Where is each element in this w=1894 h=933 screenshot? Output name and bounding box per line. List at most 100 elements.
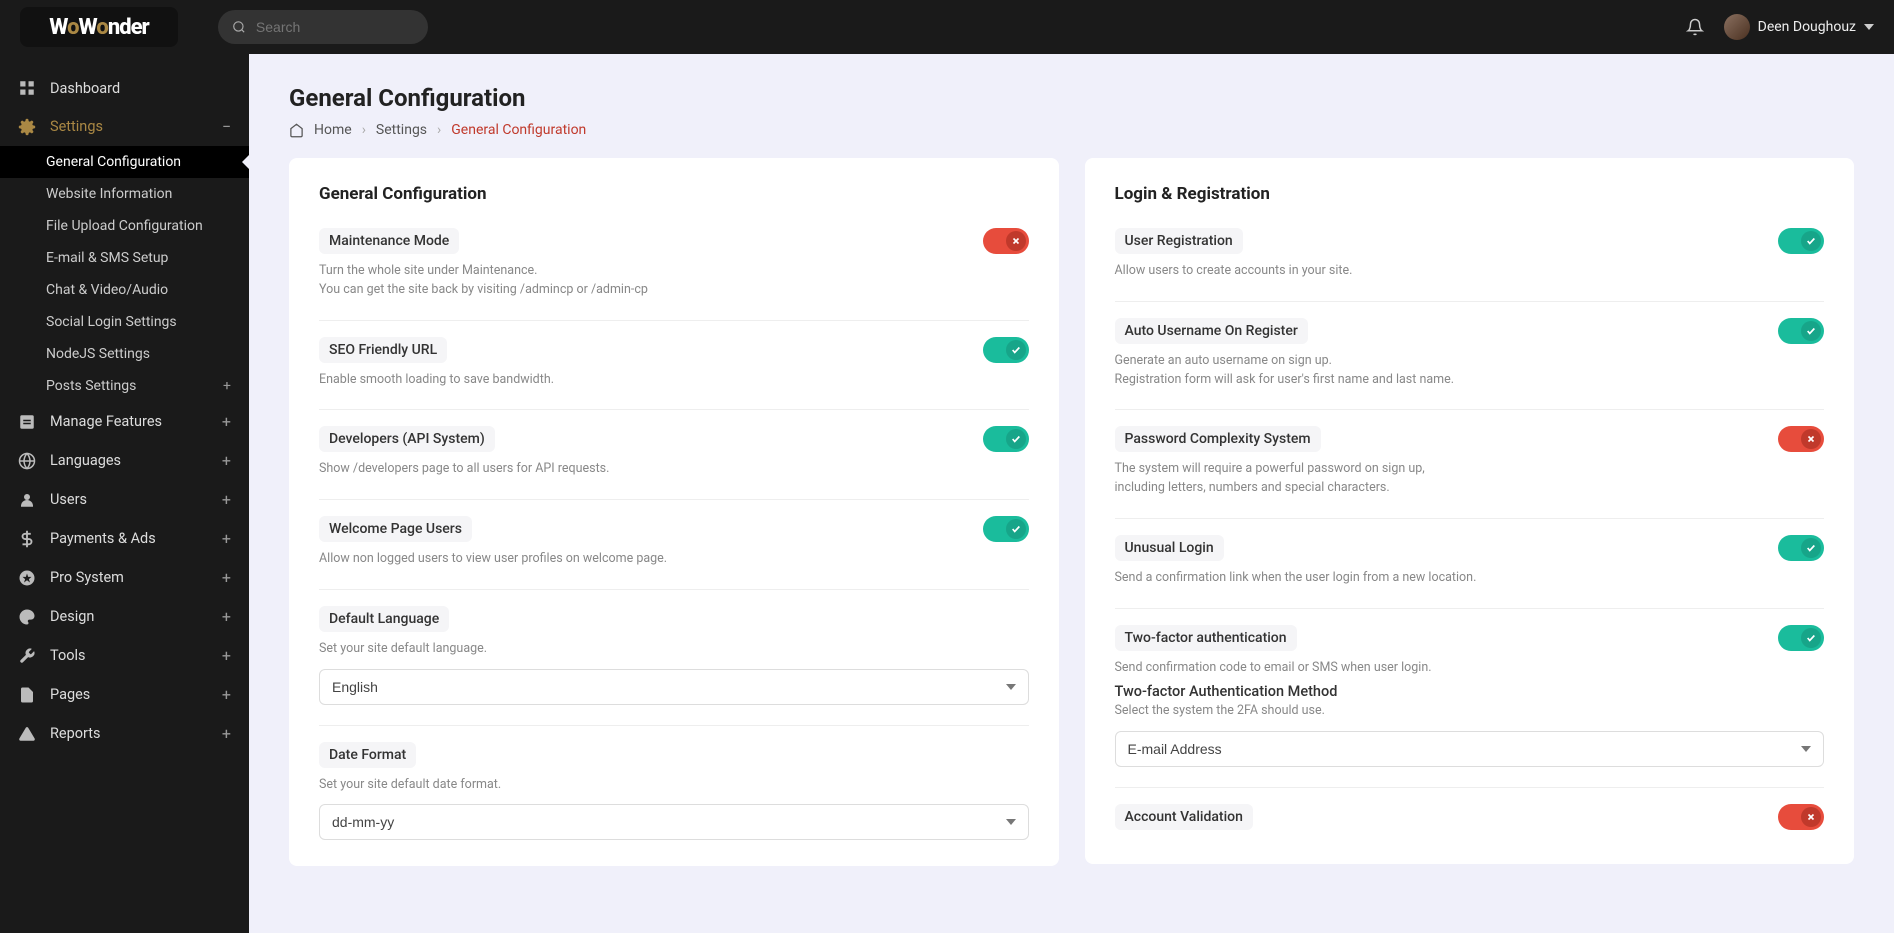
user-name: Deen Doughouz: [1758, 19, 1856, 35]
setting-desc: Allow users to create accounts in your s…: [1115, 262, 1825, 281]
chevron-right-icon: ›: [362, 122, 366, 138]
page-header: General Configuration Home › Settings › …: [249, 54, 1894, 158]
setting-label: Unusual Login: [1115, 535, 1224, 561]
sidebar-sub-email-sms[interactable]: E-mail & SMS Setup: [0, 242, 249, 274]
sidebar-item-label: Languages: [50, 452, 121, 469]
sidebar-sub-posts-settings[interactable]: Posts Settings+: [0, 370, 249, 402]
setting-label: Auto Username On Register: [1115, 318, 1308, 344]
breadcrumb-settings[interactable]: Settings: [376, 122, 427, 138]
warning-icon: [18, 725, 36, 743]
settings-submenu: General Configuration Website Informatio…: [0, 146, 249, 402]
toggle-user-registration[interactable]: [1778, 228, 1824, 254]
plus-icon: +: [222, 646, 231, 665]
setting-desc: Allow non logged users to view user prof…: [319, 550, 1029, 569]
card-title: Login & Registration: [1115, 184, 1825, 204]
sidebar-sub-social-login[interactable]: Social Login Settings: [0, 306, 249, 338]
user-icon: [18, 491, 36, 509]
avatar: [1724, 14, 1750, 40]
sidebar-item-reports[interactable]: Reports +: [0, 714, 249, 753]
plus-icon: +: [223, 378, 231, 394]
two-factor-method-label: Two-factor Authentication Method: [1115, 683, 1825, 700]
sidebar-item-payments[interactable]: Payments & Ads +: [0, 519, 249, 558]
logo[interactable]: WoWonder: [20, 7, 178, 47]
sidebar-item-label: Design: [50, 608, 94, 625]
topbar: WoWonder Deen Doughouz: [0, 0, 1894, 54]
sidebar-item-pro-system[interactable]: Pro System +: [0, 558, 249, 597]
plus-icon: +: [222, 607, 231, 626]
setting-welcome-page-users: Welcome Page Users Allow non logged user…: [319, 516, 1029, 590]
toggle-welcome[interactable]: [983, 516, 1029, 542]
setting-seo-friendly-url: SEO Friendly URL Enable smooth loading t…: [319, 337, 1029, 411]
dashboard-icon: [18, 79, 36, 97]
sidebar: Dashboard Settings − General Configurati…: [0, 54, 249, 933]
notifications-icon[interactable]: [1686, 18, 1704, 36]
setting-label: SEO Friendly URL: [319, 337, 447, 363]
breadcrumb-current: General Configuration: [451, 122, 586, 138]
general-config-card: General Configuration Maintenance Mode T…: [289, 158, 1059, 866]
chevron-right-icon: ›: [437, 122, 441, 138]
setting-label: User Registration: [1115, 228, 1243, 254]
sidebar-item-tools[interactable]: Tools +: [0, 636, 249, 675]
setting-desc: Send confirmation code to email or SMS w…: [1115, 659, 1825, 678]
setting-desc: Enable smooth loading to save bandwidth.: [319, 371, 1029, 390]
toggle-seo[interactable]: [983, 337, 1029, 363]
setting-maintenance-mode: Maintenance Mode Turn the whole site und…: [319, 228, 1029, 321]
search-box[interactable]: [218, 10, 428, 44]
setting-label: Welcome Page Users: [319, 516, 472, 542]
sidebar-item-languages[interactable]: Languages +: [0, 441, 249, 480]
plus-icon: +: [222, 490, 231, 509]
setting-desc: Set your site default date format.: [319, 776, 1029, 795]
wrench-icon: [18, 647, 36, 665]
breadcrumb-home[interactable]: Home: [314, 122, 352, 138]
sidebar-sub-website-info[interactable]: Website Information: [0, 178, 249, 210]
plus-icon: +: [222, 412, 231, 431]
page-icon: [18, 686, 36, 704]
toggle-password-complexity[interactable]: [1778, 426, 1824, 452]
sidebar-item-dashboard[interactable]: Dashboard: [0, 69, 249, 107]
dollar-icon: [18, 530, 36, 548]
sidebar-item-pages[interactable]: Pages +: [0, 675, 249, 714]
two-factor-method-desc: Select the system the 2FA should use.: [1115, 702, 1825, 721]
plus-icon: +: [222, 685, 231, 704]
toggle-two-factor[interactable]: [1778, 625, 1824, 651]
setting-password-complexity: Password Complexity System The system wi…: [1115, 426, 1825, 519]
toggle-auto-username[interactable]: [1778, 318, 1824, 344]
setting-label: Default Language: [319, 606, 449, 632]
setting-desc: Generate an auto username on sign up. Re…: [1115, 352, 1825, 390]
setting-account-validation: Account Validation: [1115, 804, 1825, 830]
setting-two-factor: Two-factor authentication Send confirmat…: [1115, 625, 1825, 789]
sidebar-item-label: Manage Features: [50, 413, 162, 430]
toggle-developers[interactable]: [983, 426, 1029, 452]
page-title: General Configuration: [289, 84, 1854, 112]
sidebar-item-label: Pages: [50, 686, 90, 703]
globe-icon: [18, 452, 36, 470]
sidebar-item-settings[interactable]: Settings −: [0, 107, 249, 146]
select-default-language[interactable]: English: [319, 669, 1029, 705]
sidebar-item-design[interactable]: Design +: [0, 597, 249, 636]
sidebar-item-users[interactable]: Users +: [0, 480, 249, 519]
toggle-unusual-login[interactable]: [1778, 535, 1824, 561]
sidebar-sub-nodejs[interactable]: NodeJS Settings: [0, 338, 249, 370]
collapse-icon: −: [222, 117, 231, 136]
toggle-maintenance[interactable]: [983, 228, 1029, 254]
sidebar-sub-file-upload[interactable]: File Upload Configuration: [0, 210, 249, 242]
search-input[interactable]: [256, 19, 414, 35]
gear-icon: [18, 118, 36, 136]
setting-label: Developers (API System): [319, 426, 495, 452]
sidebar-sub-general-config[interactable]: General Configuration: [0, 146, 249, 178]
sidebar-sub-chat-video[interactable]: Chat & Video/Audio: [0, 274, 249, 306]
toggle-account-validation[interactable]: [1778, 804, 1824, 830]
setting-desc: The system will require a powerful passw…: [1115, 460, 1825, 498]
user-menu[interactable]: Deen Doughouz: [1724, 14, 1874, 40]
sidebar-item-manage-features[interactable]: Manage Features +: [0, 402, 249, 441]
select-two-factor-method[interactable]: E-mail Address: [1115, 731, 1825, 767]
select-date-format[interactable]: dd-mm-yy: [319, 804, 1029, 840]
plus-icon: +: [222, 568, 231, 587]
setting-unusual-login: Unusual Login Send a confirmation link w…: [1115, 535, 1825, 609]
chevron-down-icon: [1864, 24, 1874, 30]
sidebar-item-label: Tools: [50, 647, 86, 664]
palette-icon: [18, 608, 36, 626]
card-title: General Configuration: [319, 184, 1029, 204]
star-icon: [18, 569, 36, 587]
brand-text: WoWonder: [49, 15, 148, 40]
